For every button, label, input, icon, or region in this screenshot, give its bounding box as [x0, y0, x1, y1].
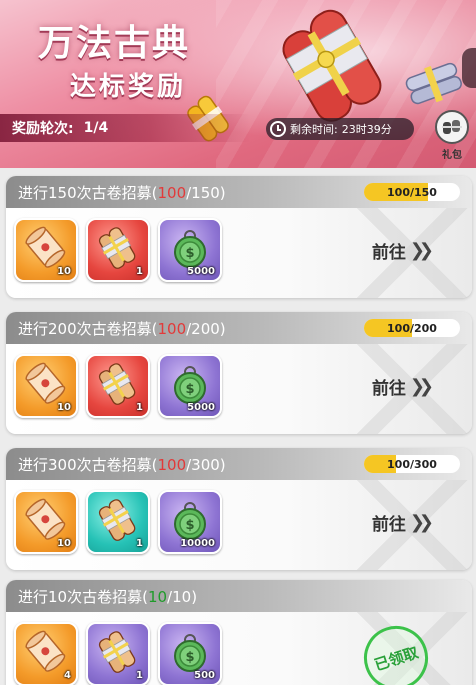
task-card: 进行200次古卷招募(100/200) 100/200 10 1 $5000 前往 …: [6, 312, 472, 434]
svg-text:$: $: [185, 518, 194, 533]
reward-item[interactable]: 10: [14, 354, 78, 418]
reward-item[interactable]: $10000: [158, 490, 222, 554]
task-header: 进行10次古卷招募(10/10): [6, 580, 472, 612]
go-button[interactable]: 前往 ❯❯: [371, 374, 434, 399]
gift-pack-icon: [435, 110, 469, 144]
go-button[interactable]: 前往 ❯❯: [371, 510, 434, 535]
gift-pack-button[interactable]: 礼包: [432, 110, 472, 164]
double-arrow-icon: ❯❯: [409, 512, 434, 533]
reward-round-label: 奖励轮次:: [12, 121, 74, 137]
task-header: 进行150次古卷招募(100/150) 100/150: [6, 176, 472, 208]
double-arrow-icon: ❯❯: [409, 240, 434, 261]
claimed-stamp-label: 已领取: [371, 642, 421, 674]
remaining-time: 剩余时间: 23时39分: [266, 118, 414, 140]
reward-items: 10 1 $10000: [14, 490, 222, 554]
task-body: 4 1 $500 已领取: [6, 612, 472, 685]
task-title-suffix: /150): [186, 183, 226, 202]
task-card: 进行10次古卷招募(10/10) 4 1 $500 已领取: [6, 580, 472, 685]
double-arrow-icon: ❯❯: [409, 376, 434, 397]
go-button-label: 前往: [371, 515, 406, 535]
reward-quantity: 1: [136, 266, 143, 277]
svg-text:$: $: [185, 650, 194, 665]
reward-item[interactable]: 1: [86, 622, 150, 685]
reward-item[interactable]: 4: [14, 622, 78, 685]
gift-pack-label: 礼包: [442, 150, 462, 161]
reward-quantity: 4: [64, 670, 71, 681]
reward-quantity: 1: [136, 402, 143, 413]
event-banner: 万法古典 达标奖励 奖励轮次: 1/4 剩余时间: 23时39分 礼包: [0, 0, 476, 168]
reward-quantity: 5000: [187, 266, 215, 277]
reward-item[interactable]: 1: [86, 218, 150, 282]
reward-items: 10 1 $5000: [14, 218, 222, 282]
task-body: 10 1 $5000 前往 ❯❯: [6, 208, 472, 298]
reward-quantity: 5000: [187, 402, 215, 413]
reward-item[interactable]: 10: [14, 218, 78, 282]
remaining-time-value: 23时39分: [341, 123, 392, 136]
task-progress-bar: 100/150: [364, 183, 460, 201]
reward-items: 10 1 $5000: [14, 354, 222, 418]
task-card: 进行150次古卷招募(100/150) 100/150 10 1 $5000 前往 …: [6, 176, 472, 298]
task-title-suffix: /10): [167, 587, 198, 606]
reward-quantity: 10: [57, 402, 71, 413]
remaining-time-label: 剩余时间:: [290, 123, 338, 136]
task-current-count: 100: [157, 455, 187, 474]
side-panel-handle[interactable]: [462, 48, 476, 88]
task-title: 进行10次古卷招募(10/10): [18, 586, 197, 607]
task-title: 进行300次古卷招募(100/300): [18, 454, 226, 475]
event-subtitle: 达标奖励: [70, 72, 187, 102]
task-header: 进行300次古卷招募(100/300) 100/300: [6, 448, 472, 480]
task-progress-text: 100/200: [387, 321, 437, 335]
task-card: 进行300次古卷招募(100/300) 100/300 10 1 $10000 前往…: [6, 448, 472, 570]
reward-items: 4 1 $500: [14, 622, 222, 685]
task-title-prefix: 进行10次古卷招募(: [18, 587, 148, 606]
task-progress-text: 100/150: [387, 185, 437, 199]
task-header: 进行200次古卷招募(100/200) 100/200: [6, 312, 472, 344]
red-scroll-bundle-icon: [282, 9, 382, 122]
go-button[interactable]: 前往 ❯❯: [371, 238, 434, 263]
task-body: 10 1 $5000 前往 ❯❯: [6, 344, 472, 434]
go-button-label: 前往: [371, 243, 406, 263]
reward-round: 奖励轮次: 1/4: [0, 114, 250, 142]
reward-item[interactable]: 1: [86, 354, 150, 418]
task-current-count: 10: [147, 587, 168, 606]
reward-item[interactable]: $5000: [158, 218, 222, 282]
reward-quantity: 10000: [180, 538, 215, 549]
task-title-suffix: /300): [186, 455, 226, 474]
task-title-prefix: 进行150次古卷招募(: [18, 183, 158, 202]
task-title: 进行150次古卷招募(100/150): [18, 182, 226, 203]
reward-quantity: 10: [57, 538, 71, 549]
task-progress-text: 100/300: [387, 457, 437, 471]
reward-item[interactable]: $5000: [158, 354, 222, 418]
task-title-suffix: /200): [186, 319, 226, 338]
task-current-count: 100: [157, 183, 187, 202]
reward-quantity: 1: [136, 670, 143, 681]
task-progress-bar: 100/300: [364, 455, 460, 473]
event-title: 万法古典: [38, 22, 191, 64]
reward-item[interactable]: 1: [86, 490, 150, 554]
reward-round-value: 1/4: [83, 120, 109, 136]
clock-icon: [270, 121, 286, 137]
task-body: 10 1 $10000 前往 ❯❯: [6, 480, 472, 570]
reward-item[interactable]: 10: [14, 490, 78, 554]
task-title-prefix: 进行200次古卷招募(: [18, 319, 158, 338]
go-button-label: 前往: [371, 379, 406, 399]
reward-quantity: 1: [136, 538, 143, 549]
svg-text:$: $: [185, 246, 194, 261]
svg-text:$: $: [185, 382, 194, 397]
reward-quantity: 10: [57, 266, 71, 277]
reward-quantity: 500: [194, 670, 215, 681]
reward-item[interactable]: $500: [158, 622, 222, 685]
task-title-prefix: 进行300次古卷招募(: [18, 455, 158, 474]
task-title: 进行200次古卷招募(100/200): [18, 318, 226, 339]
task-current-count: 100: [157, 319, 187, 338]
silver-scroll-bundle-icon: [405, 62, 462, 105]
task-progress-bar: 100/200: [364, 319, 460, 337]
